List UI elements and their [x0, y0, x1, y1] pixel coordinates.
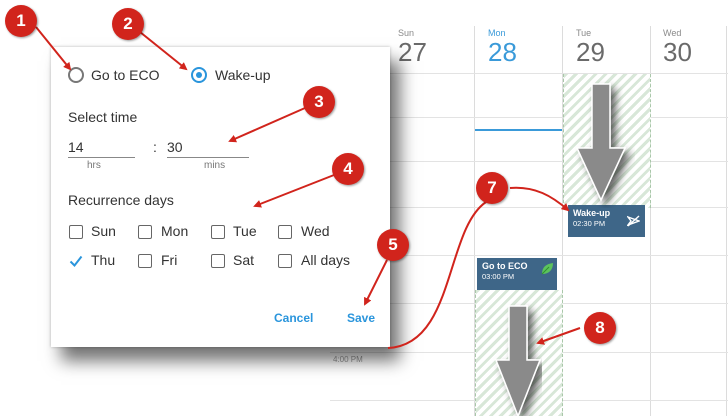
pointer-arrow-2 [139, 31, 188, 71]
pointer-arrow-8 [536, 327, 581, 345]
pointer-curve-7 [387, 201, 487, 349]
annotation-arrows [35, 26, 581, 349]
pointer-arrow-7 [509, 186, 570, 212]
pointer-arrow-1 [35, 26, 72, 71]
callout-marker-2: 2 [112, 8, 144, 40]
pointer-arrow-4 [253, 174, 335, 208]
pointer-arrow-3 [228, 107, 306, 143]
callout-marker-3: 3 [303, 86, 335, 118]
callout-marker-4: 4 [332, 153, 364, 185]
callout-marker-7: 7 [476, 172, 508, 204]
callout-marker-8: 8 [584, 312, 616, 344]
callout-marker-1: 1 [5, 5, 37, 37]
callout-marker-5: 5 [377, 229, 409, 261]
pointer-arrow-5 [364, 259, 388, 306]
